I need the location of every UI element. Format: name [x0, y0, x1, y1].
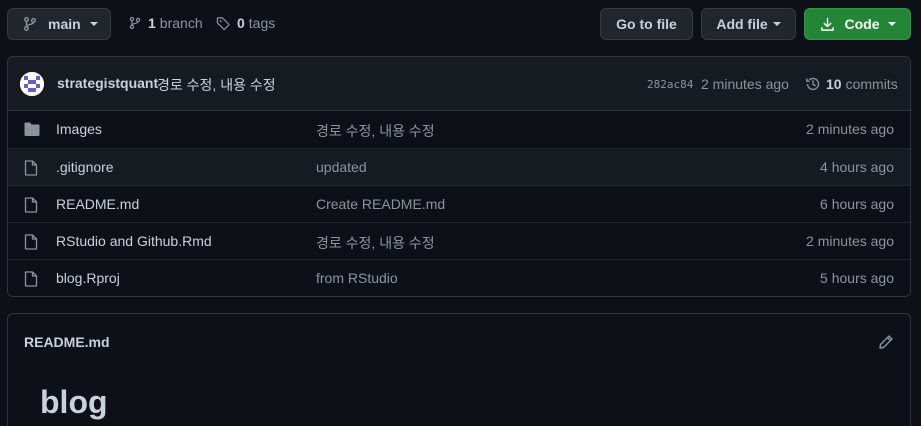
chevron-down-icon — [772, 22, 781, 26]
file-icon — [24, 197, 38, 213]
tags-link[interactable]: 0 tags — [216, 15, 275, 31]
commit-sha-link[interactable]: 282ac84 — [647, 78, 693, 91]
history-icon — [805, 76, 821, 92]
file-name-link[interactable]: RStudio and Github.Rmd — [56, 233, 212, 249]
branches-label: branch — [159, 15, 203, 31]
code-button[interactable]: Code — [804, 8, 911, 40]
tags-count: 0 — [237, 15, 245, 31]
branches-link[interactable]: 1 branch — [128, 15, 203, 31]
readme-panel: README.md blog — [7, 313, 911, 426]
file-row[interactable]: RStudio and Github.Rmd 경로 수정, 내용 수정 2 mi… — [8, 222, 910, 259]
repo-toolbar: main 1 branch 0 tags Go to file Add file… — [0, 0, 921, 48]
add-file-button[interactable]: Add file — [701, 8, 796, 40]
commit-message-link[interactable]: 경로 수정, 내용 수정 — [157, 75, 276, 95]
file-row[interactable]: .gitignore updated 4 hours ago — [8, 148, 910, 185]
file-row[interactable]: Images 경로 수정, 내용 수정 2 minutes ago — [8, 111, 910, 148]
file-commit-message-link[interactable]: 경로 수정, 내용 수정 — [316, 121, 435, 141]
pencil-icon[interactable] — [878, 334, 894, 350]
file-name-link[interactable]: Images — [56, 121, 102, 137]
chevron-down-icon — [89, 22, 98, 26]
avatar[interactable] — [20, 72, 44, 96]
code-label: Code — [844, 16, 880, 32]
readme-filename-link[interactable]: README.md — [24, 334, 110, 350]
tags-label: tags — [248, 15, 276, 31]
git-branch-icon — [22, 16, 38, 32]
folder-icon — [24, 122, 40, 137]
file-name-link[interactable]: blog.Rproj — [56, 270, 120, 286]
file-commit-message-link[interactable]: from RStudio — [316, 270, 398, 286]
commits-label: commits — [845, 76, 898, 92]
file-icon — [24, 160, 38, 176]
file-commit-message-link[interactable]: updated — [316, 159, 367, 175]
branch-name: main — [48, 16, 81, 32]
git-branch-icon — [128, 16, 142, 30]
chevron-down-icon — [887, 22, 896, 26]
file-commit-time: 2 minutes ago — [806, 233, 894, 249]
file-browser: strategistquant 경로 수정, 내용 수정 282ac84 2 m… — [7, 56, 911, 297]
commits-count: 10 — [826, 76, 842, 92]
file-commit-time: 4 hours ago — [820, 159, 894, 175]
file-name-link[interactable]: .gitignore — [56, 159, 114, 175]
file-list: Images 경로 수정, 내용 수정 2 minutes ago .gitig… — [8, 111, 910, 296]
download-icon — [820, 17, 835, 32]
file-icon — [24, 271, 38, 287]
file-row[interactable]: blog.Rproj from RStudio 5 hours ago — [8, 259, 910, 296]
file-commit-time: 2 minutes ago — [806, 121, 894, 137]
commit-author-link[interactable]: strategistquant — [57, 75, 158, 91]
file-icon — [24, 234, 38, 250]
file-name-link[interactable]: README.md — [56, 196, 139, 212]
commits-history-link[interactable]: 10 commits — [805, 76, 898, 92]
tag-icon — [216, 16, 231, 31]
file-commit-message-link[interactable]: 경로 수정, 내용 수정 — [316, 233, 435, 253]
latest-commit-bar: strategistquant 경로 수정, 내용 수정 282ac84 2 m… — [8, 57, 910, 111]
branch-select-button[interactable]: main — [7, 8, 111, 40]
file-commit-message-link[interactable]: Create README.md — [316, 196, 445, 212]
commit-time: 2 minutes ago — [701, 76, 789, 92]
add-file-label: Add file — [716, 16, 768, 32]
file-row[interactable]: README.md Create README.md 6 hours ago — [8, 185, 910, 222]
readme-heading: blog — [40, 384, 108, 420]
branches-count: 1 — [148, 15, 156, 31]
file-commit-time: 5 hours ago — [820, 270, 894, 286]
file-commit-time: 6 hours ago — [820, 196, 894, 212]
go-to-file-button[interactable]: Go to file — [600, 8, 693, 40]
